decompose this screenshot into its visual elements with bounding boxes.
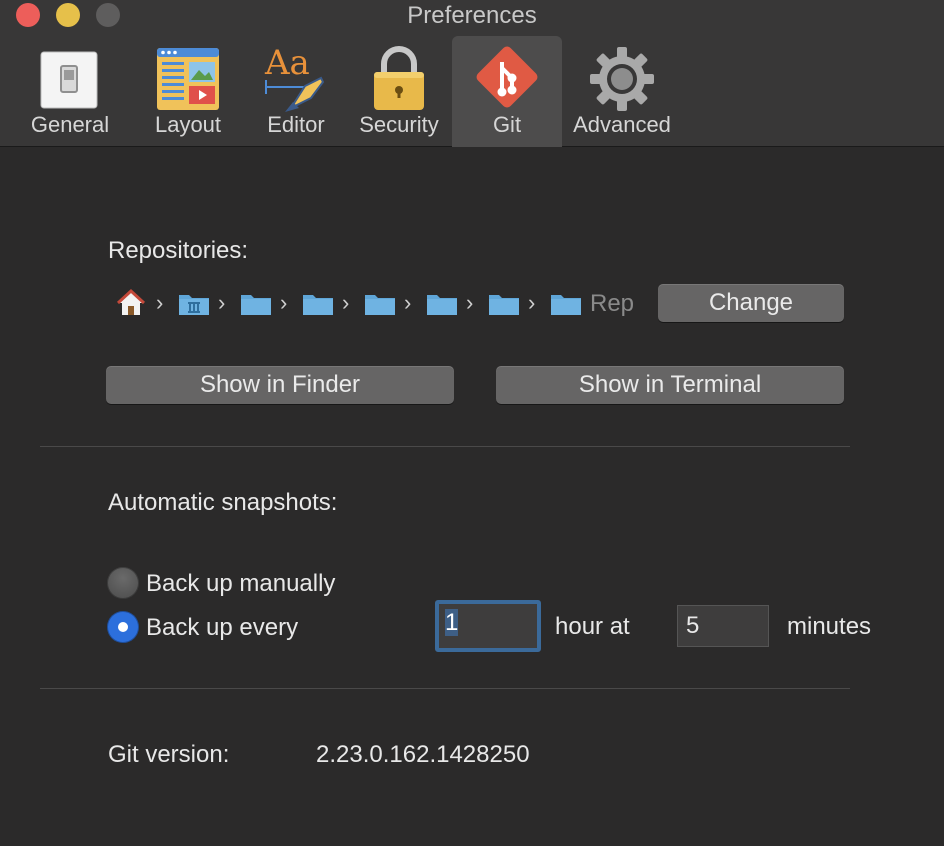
tab-advanced-label: Advanced	[573, 112, 671, 137]
repositories-label: Repositories:	[108, 237, 249, 264]
tab-advanced[interactable]: Advanced	[566, 36, 678, 147]
chevron-right-icon: ›	[342, 290, 350, 315]
automatic-snapshots-label: Automatic snapshots:	[108, 489, 338, 516]
chevron-right-icon: ›	[218, 290, 226, 315]
tab-editor[interactable]: Aa Editor	[246, 36, 346, 147]
tab-security-label: Security	[359, 112, 439, 137]
gear-icon	[587, 42, 657, 112]
back-up-manually-label[interactable]: Back up manually	[146, 570, 335, 598]
folder-icon	[550, 288, 582, 320]
divider	[40, 688, 850, 689]
chevron-right-icon: ›	[466, 290, 474, 315]
tab-general[interactable]: General	[14, 36, 126, 147]
show-in-terminal-button[interactable]: Show in Terminal	[496, 366, 844, 404]
tab-editor-label: Editor	[267, 112, 325, 137]
tab-layout[interactable]: Layout	[134, 36, 242, 147]
git-icon	[472, 42, 542, 112]
change-repository-button[interactable]: Change	[658, 284, 844, 322]
switch-icon	[35, 42, 105, 112]
show-in-finder-button[interactable]: Show in Finder	[106, 366, 454, 404]
hours-interval-value: 1	[445, 609, 459, 636]
toolbar: Preferences General Layout Aa Editor Sec…	[0, 0, 944, 147]
tab-security[interactable]: Security	[350, 36, 448, 147]
chevron-right-icon: ›	[156, 290, 164, 315]
minutes-label: minutes	[787, 613, 872, 640]
repository-folder-name: Rep	[590, 290, 635, 317]
window-title: Preferences	[407, 2, 537, 29]
layout-icon	[153, 42, 223, 112]
tab-layout-label: Layout	[154, 112, 222, 137]
drive-folder-icon	[178, 288, 210, 320]
back-up-every-radio[interactable]	[107, 611, 139, 643]
divider	[40, 446, 850, 447]
folder-icon	[426, 288, 458, 320]
font-pen-icon: Aa	[261, 42, 331, 112]
git-version-value: 2.23.0.162.1428250	[316, 741, 530, 768]
tab-git[interactable]: Git	[452, 36, 562, 147]
hours-interval-field[interactable]: 1	[435, 600, 541, 652]
svg-text:Aa: Aa	[264, 43, 310, 83]
repository-path-control[interactable]: › › › › › › › Rep	[116, 288, 636, 320]
folder-icon	[240, 288, 272, 320]
back-up-manually-radio[interactable]	[107, 567, 139, 599]
chevron-right-icon: ›	[404, 290, 412, 315]
tab-general-label: General	[30, 112, 110, 137]
git-version-label: Git version:	[108, 741, 230, 768]
folder-icon	[302, 288, 334, 320]
chevron-right-icon: ›	[280, 290, 288, 315]
folder-icon	[364, 288, 396, 320]
tab-git-label: Git	[492, 112, 522, 137]
padlock-icon	[364, 42, 434, 112]
chevron-right-icon: ›	[528, 290, 536, 315]
back-up-every-label[interactable]: Back up every	[146, 614, 298, 642]
minutes-field[interactable]: 5	[677, 605, 769, 647]
folder-icon	[488, 288, 520, 320]
home-icon	[116, 288, 146, 320]
hour-at-label: hour at	[555, 613, 630, 640]
